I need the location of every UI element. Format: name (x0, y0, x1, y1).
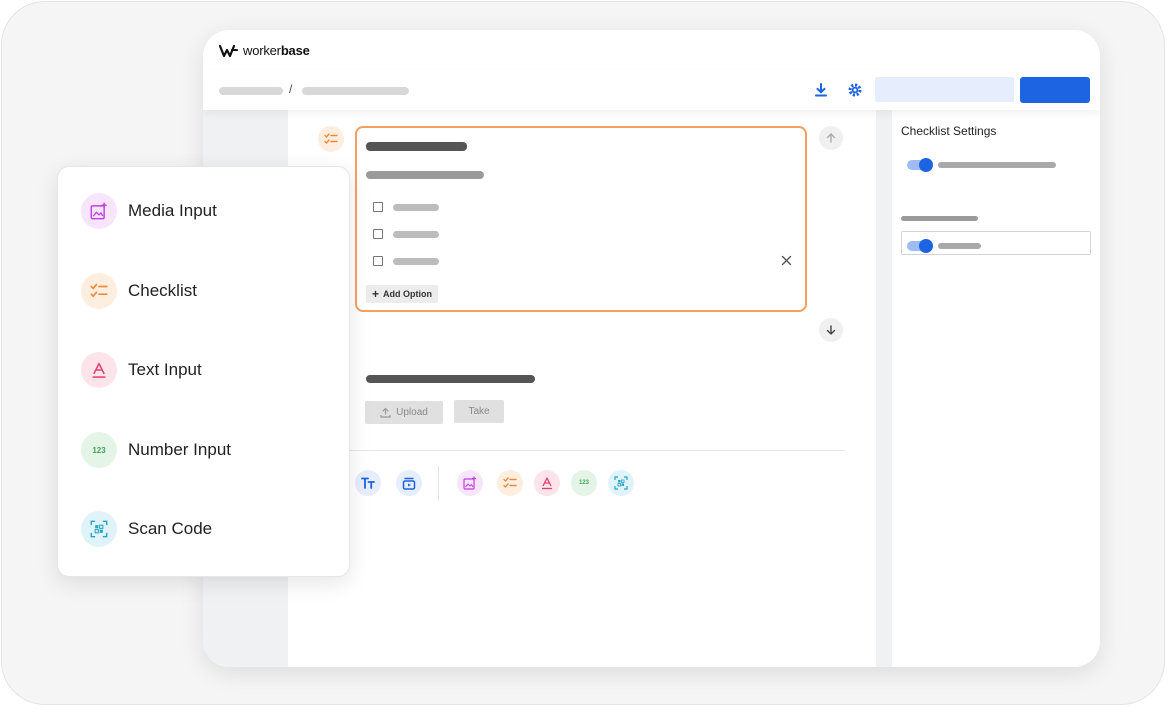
logo-text: workerbase (243, 43, 310, 58)
input-type-menu: Media Input Checklist Text Input 123 Num… (57, 166, 350, 577)
menu-item-scan-code[interactable]: Scan Code (81, 511, 212, 547)
breadcrumb-item-2[interactable] (302, 87, 409, 95)
option-label (393, 230, 439, 238)
menu-item-label: Number Input (128, 440, 231, 459)
checkbox[interactable] (373, 229, 383, 239)
number-input-icon: 123 (578, 480, 589, 486)
text-input-icon (542, 477, 552, 490)
add-text-input-button[interactable] (534, 470, 560, 496)
checklist-step-icon (318, 126, 344, 152)
text-input-icon (81, 352, 117, 388)
menu-item-text-input[interactable]: Text Input (81, 352, 202, 388)
checklist-icon (503, 477, 517, 489)
media-input-icon (81, 193, 117, 229)
menu-item-label: Text Input (128, 360, 202, 379)
toolbar-input[interactable] (875, 77, 1014, 102)
scan-code-icon (81, 511, 117, 547)
checklist-icon (324, 133, 338, 145)
option-label (393, 203, 439, 211)
toggle-knob (919, 158, 933, 172)
toolbar: / (203, 70, 1100, 110)
plus-icon: + (372, 287, 380, 301)
toolbar-separator (438, 466, 439, 500)
settings-toggle-2[interactable] (907, 239, 933, 253)
checklist-icon (81, 273, 117, 309)
add-text-button[interactable] (355, 470, 381, 496)
upload-label: Upload (396, 407, 428, 418)
move-up-button[interactable] (819, 126, 843, 150)
title-bar: workerbase (203, 30, 1100, 71)
add-checklist-button[interactable] (497, 470, 523, 496)
checklist-option[interactable] (373, 229, 439, 239)
menu-item-label: Scan Code (128, 519, 213, 538)
checklist-card[interactable]: + Add Option (355, 126, 807, 312)
menu-item-media-input[interactable]: Media Input (81, 193, 217, 229)
media-input-icon (463, 476, 476, 490)
add-content-button[interactable] (396, 470, 422, 496)
right-rail (876, 110, 892, 667)
move-down-button[interactable] (819, 318, 843, 342)
checklist-option[interactable] (373, 202, 439, 212)
breadcrumb-item-1[interactable] (219, 87, 283, 95)
divider (348, 450, 845, 451)
menu-item-label: Media Input (128, 201, 217, 220)
gear-icon[interactable] (847, 82, 863, 98)
close-icon[interactable] (781, 255, 792, 266)
menu-item-label: Checklist (128, 281, 197, 300)
primary-button[interactable] (1020, 77, 1090, 103)
toggle-knob (919, 239, 933, 253)
arrow-up-icon (826, 133, 836, 143)
option-label (393, 257, 439, 265)
add-scan-code-button[interactable] (608, 470, 634, 496)
breadcrumb-separator: / (289, 82, 293, 96)
add-option-button[interactable]: + Add Option (366, 285, 439, 303)
settings-title: Checklist Settings (901, 124, 997, 138)
settings-option-label-1 (938, 162, 1056, 168)
add-number-input-button[interactable]: 123 (571, 470, 597, 496)
settings-toggle-1[interactable] (907, 158, 933, 172)
settings-panel: Checklist Settings (892, 110, 1100, 667)
download-icon[interactable] (813, 82, 829, 98)
checkbox[interactable] (373, 202, 383, 212)
media-block-icon (402, 477, 416, 490)
workerbase-logo-icon (219, 44, 238, 57)
scan-code-icon (614, 476, 628, 490)
add-option-label: Add Option (383, 289, 433, 299)
workerbase-logo: workerbase (219, 43, 310, 58)
number-icon-text: 123 (92, 445, 106, 455)
take-button[interactable]: Take (454, 400, 504, 423)
settings-field-label (901, 216, 978, 221)
number-input-icon: 123 (81, 432, 117, 468)
arrow-down-icon (826, 325, 836, 335)
checklist-title (366, 142, 467, 151)
menu-item-number-input[interactable]: 123 Number Input (81, 432, 231, 468)
checkbox[interactable] (373, 256, 383, 266)
media-step-title (366, 375, 535, 383)
upload-icon (380, 407, 391, 418)
checklist-description (366, 171, 484, 179)
upload-button[interactable]: Upload (365, 401, 443, 424)
take-label: Take (468, 406, 490, 417)
settings-option-label-2 (938, 243, 981, 249)
checklist-option[interactable] (373, 256, 439, 266)
text-format-icon (361, 477, 375, 489)
menu-item-checklist[interactable]: Checklist (81, 273, 197, 309)
add-media-input-button[interactable] (457, 470, 483, 496)
